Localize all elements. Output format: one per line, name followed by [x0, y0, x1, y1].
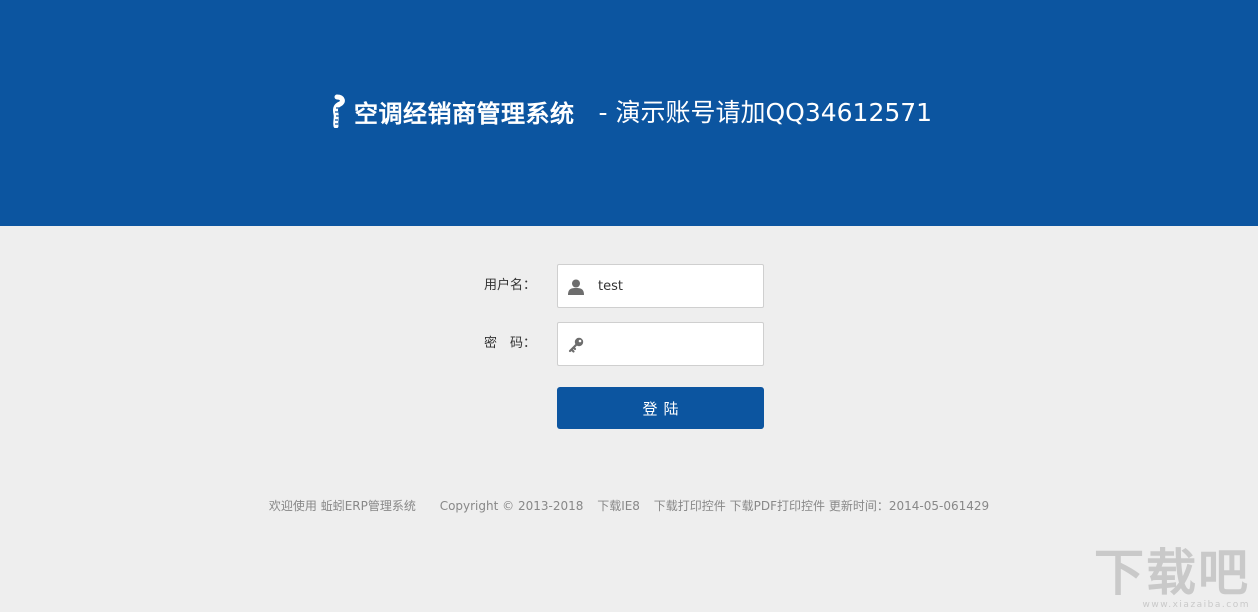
- demo-account-note: - 演示账号请加QQ34612571: [598, 98, 933, 127]
- update-time: 更新时间：2014-05-061429: [828, 499, 990, 513]
- key-icon: [568, 337, 584, 353]
- header-banner: 空调经销商管理系统 - 演示账号请加QQ34612571: [0, 0, 1258, 226]
- download-print-control-link[interactable]: 下载打印控件: [654, 499, 726, 513]
- footer: 欢迎使用 蚯蚓ERP管理系统 Copyright © 2013-2018 下载I…: [0, 497, 1258, 514]
- username-row: 用户名：: [0, 264, 1258, 308]
- watermark-url: www.xiazaiba.com: [1142, 600, 1250, 610]
- worm-logo-icon: [333, 94, 345, 128]
- login-button[interactable]: 登陆: [557, 387, 764, 429]
- password-label: 密 码：: [483, 336, 536, 351]
- username-input[interactable]: [598, 265, 756, 307]
- password-input[interactable]: [598, 323, 756, 365]
- brand: 空调经销商管理系统 - 演示账号请加QQ34612571: [326, 93, 932, 129]
- app-title: 空调经销商管理系统: [354, 99, 575, 128]
- footer-copyright: Copyright © 2013-2018: [439, 499, 584, 513]
- watermark-text: 下载吧: [1094, 544, 1250, 602]
- download-ie8-link[interactable]: 下载IE8: [597, 499, 640, 513]
- download-pdf-print-control-link[interactable]: 下载PDF打印控件: [730, 499, 825, 513]
- footer-welcome: 欢迎使用 蚯蚓ERP管理系统: [268, 499, 416, 513]
- username-field[interactable]: [557, 264, 764, 308]
- username-label: 用户名：: [483, 278, 536, 293]
- password-row: 密 码：: [0, 322, 1258, 366]
- password-field[interactable]: [557, 322, 764, 366]
- watermark: 下载吧 www.xiazaiba.com: [1094, 548, 1250, 610]
- user-icon: [568, 279, 584, 295]
